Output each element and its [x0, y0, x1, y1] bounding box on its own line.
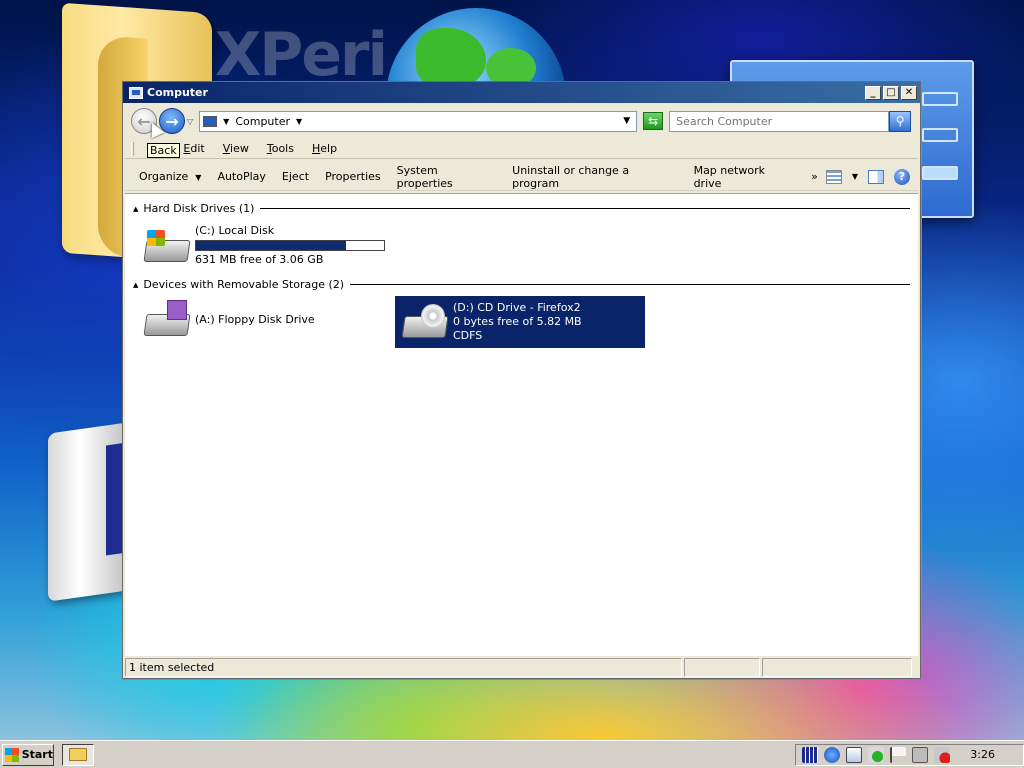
- breadcrumb-chevron-icon[interactable]: ▼: [223, 117, 229, 126]
- floppy-drive-icon: [141, 300, 191, 340]
- more-commands-button[interactable]: »: [803, 170, 826, 183]
- views-icon[interactable]: [825, 169, 842, 184]
- network-icon[interactable]: [824, 746, 841, 763]
- breadcrumb-chevron-icon[interactable]: ▼: [296, 117, 302, 126]
- group-label: Hard Disk Drives (1): [143, 202, 255, 215]
- properties-button[interactable]: Properties: [317, 170, 389, 183]
- window-title: Computer: [147, 86, 208, 99]
- drive-name: (C:) Local Disk: [195, 224, 275, 237]
- folder-icon: [69, 748, 87, 761]
- drive-c[interactable]: (C:) Local Disk 631 MB free of 3.06 GB: [141, 224, 385, 267]
- status-selection: 1 item selected: [125, 658, 682, 677]
- drive-d[interactable]: (D:) CD Drive - Firefox2 0 bytes free of…: [395, 296, 645, 348]
- system-properties-button[interactable]: System properties: [389, 164, 504, 190]
- drive-filesystem: CDFS: [453, 329, 483, 342]
- help-icon[interactable]: ?: [894, 168, 910, 185]
- search-input[interactable]: [669, 110, 890, 132]
- status-panel: [762, 658, 912, 677]
- start-button[interactable]: Start: [2, 743, 54, 766]
- back-tooltip: Back: [147, 143, 180, 158]
- computer-icon: [203, 115, 218, 127]
- autoplay-button[interactable]: AutoPlay: [209, 170, 273, 183]
- title-bar[interactable]: Computer _ □ ✕: [123, 82, 920, 103]
- desktop-wordmark: XPeri: [215, 20, 388, 90]
- recent-pages-chevron-icon[interactable]: ▽: [187, 117, 193, 126]
- cd-drive-icon: [399, 302, 449, 342]
- menu-help[interactable]: Help: [303, 142, 346, 155]
- drive-name: (A:) Floppy Disk Drive: [195, 313, 315, 326]
- group-header-removable[interactable]: ▲ Devices with Removable Storage (2): [133, 278, 910, 291]
- refresh-button[interactable]: ⇆: [643, 112, 664, 130]
- search-icon[interactable]: ⚲: [889, 110, 912, 132]
- menu-view[interactable]: View: [214, 142, 258, 155]
- address-bar-row: ← → ▽ ▼ Computer ▼ ▼ ⇆ ⚲: [125, 105, 918, 137]
- organize-dropdown-icon: ▼: [195, 173, 202, 182]
- menu-bar: File Edit View Tools Help: [125, 139, 918, 159]
- group-divider: [350, 284, 910, 285]
- clock: 3:26: [970, 748, 995, 761]
- close-button[interactable]: ✕: [901, 85, 917, 100]
- eject-button[interactable]: Eject: [274, 170, 317, 183]
- drive-usage-bar: [195, 240, 385, 251]
- start-label: Start: [21, 748, 53, 761]
- drive-free-space: 631 MB free of 3.06 GB: [195, 253, 324, 266]
- desktop-computer-image: [48, 422, 128, 602]
- collapse-arrow-icon[interactable]: ▲: [133, 281, 138, 289]
- address-dropdown-icon[interactable]: ▼: [623, 116, 630, 126]
- group-label: Devices with Removable Storage (2): [143, 278, 345, 291]
- organize-button[interactable]: Organize ▼: [131, 170, 209, 183]
- drive-free-space: 0 bytes free of 5.82 MB: [453, 315, 582, 328]
- display-icon[interactable]: [846, 746, 863, 763]
- drive-name: (D:) CD Drive - Firefox2: [453, 301, 581, 314]
- minimize-button[interactable]: _: [865, 85, 881, 100]
- device-icon[interactable]: [912, 746, 929, 763]
- group-header-hdd[interactable]: ▲ Hard Disk Drives (1): [133, 202, 910, 215]
- preview-pane-icon[interactable]: [868, 169, 884, 184]
- status-panel: [684, 658, 760, 677]
- computer-icon: [129, 86, 143, 99]
- maximize-button[interactable]: □: [883, 85, 899, 100]
- command-bar: Organize ▼ AutoPlay Eject Properties Sys…: [125, 163, 918, 191]
- media-icon[interactable]: [802, 746, 819, 763]
- views-dropdown-icon[interactable]: ▼: [852, 172, 858, 181]
- hard-drive-icon: [141, 226, 191, 266]
- flag-icon[interactable]: [890, 746, 907, 763]
- explorer-window: Computer _ □ ✕ ← → ▽ ▼ Computer ▼ ▼ ⇆ ⚲ …: [122, 81, 921, 679]
- group-divider: [260, 208, 910, 209]
- organize-label: Organize: [139, 170, 189, 183]
- status-bar: 1 item selected: [125, 658, 918, 677]
- taskbar: Start 3:26: [0, 740, 1024, 768]
- menu-grip: [131, 141, 134, 156]
- taskbar-explorer-button[interactable]: [62, 743, 94, 766]
- file-list[interactable]: ▲ Hard Disk Drives (1) (C:) Local Disk 6…: [125, 193, 918, 656]
- windows-logo-icon: [5, 747, 19, 762]
- system-tray: 3:26: [795, 743, 1024, 766]
- drive-a[interactable]: (A:) Floppy Disk Drive: [141, 300, 315, 340]
- menu-edit[interactable]: Edit: [174, 142, 213, 155]
- uninstall-program-button[interactable]: Uninstall or change a program: [504, 164, 685, 190]
- map-network-drive-button[interactable]: Map network drive: [686, 164, 804, 190]
- menu-tools[interactable]: Tools: [258, 142, 303, 155]
- security-icon[interactable]: [868, 746, 885, 763]
- address-box[interactable]: ▼ Computer ▼ ▼: [199, 110, 638, 132]
- breadcrumb-computer[interactable]: Computer: [235, 115, 290, 128]
- collapse-arrow-icon[interactable]: ▲: [133, 205, 138, 213]
- volume-muted-icon[interactable]: [934, 746, 951, 763]
